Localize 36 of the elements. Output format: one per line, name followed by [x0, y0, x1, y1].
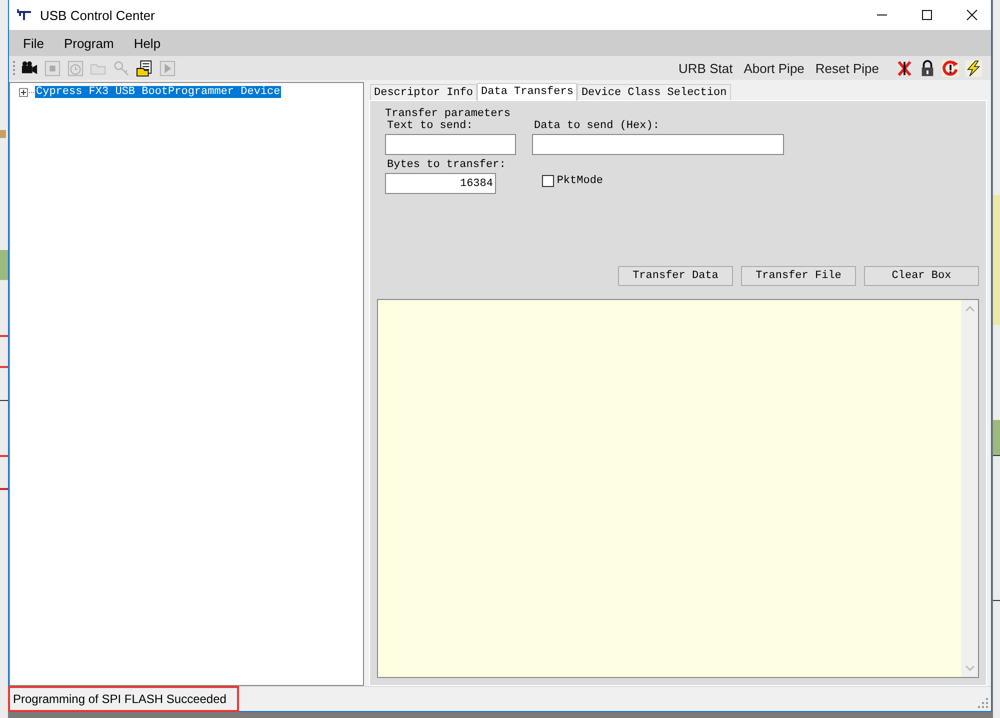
checkbox-label: PktMode	[556, 175, 604, 187]
status-text: Programming of SPI FLASH Succeeded	[8, 686, 240, 712]
group-title: Transfer parameters	[385, 108, 512, 120]
field-label: Bytes to transfer:	[387, 159, 506, 171]
maximize-icon[interactable]	[921, 9, 933, 21]
window-title: USB Control Center	[40, 8, 155, 22]
field-label: Data to send (Hex):	[534, 120, 660, 132]
checkbox[interactable]	[542, 175, 554, 187]
tab[interactable]: Descriptor Info	[370, 84, 478, 100]
field-label: Text to send:	[387, 120, 473, 132]
action-button[interactable]: Transfer Data	[618, 266, 733, 286]
lightning-icon[interactable]	[965, 60, 982, 76]
action-button[interactable]: Transfer File	[741, 266, 856, 286]
toolbar-button[interactable]: Abort Pipe	[744, 60, 804, 76]
tab[interactable]: Device Class Selection	[577, 84, 731, 100]
toolbar-button[interactable]: Reset Pipe	[815, 60, 879, 76]
padlock-icon[interactable]	[919, 60, 936, 76]
bytes-input-field[interactable]: 16384	[385, 173, 496, 194]
hex-input-field[interactable]	[532, 134, 784, 155]
resize-grip-icon[interactable]	[978, 698, 988, 708]
text-input-field[interactable]	[385, 134, 516, 155]
app-icon	[16, 9, 32, 21]
camera-icon[interactable]	[21, 60, 38, 76]
cross-icon[interactable]	[896, 60, 913, 76]
document-icon[interactable]	[136, 60, 153, 76]
menu-item[interactable]: Program	[64, 36, 114, 50]
toolbar-grip-icon	[13, 60, 16, 76]
toolbar-button[interactable]: URB Stat	[678, 60, 733, 76]
reset-icon[interactable]	[942, 60, 959, 76]
action-button[interactable]: Clear Box	[864, 266, 979, 286]
close-icon[interactable]	[966, 9, 978, 21]
expand-icon[interactable]	[19, 88, 28, 96]
menu-item[interactable]: Help	[134, 36, 161, 50]
menu-item[interactable]: File	[23, 36, 44, 50]
tree-item[interactable]: Cypress FX3 USB BootProgrammer Device	[35, 86, 282, 98]
tab[interactable]: Data Transfers	[477, 83, 578, 101]
